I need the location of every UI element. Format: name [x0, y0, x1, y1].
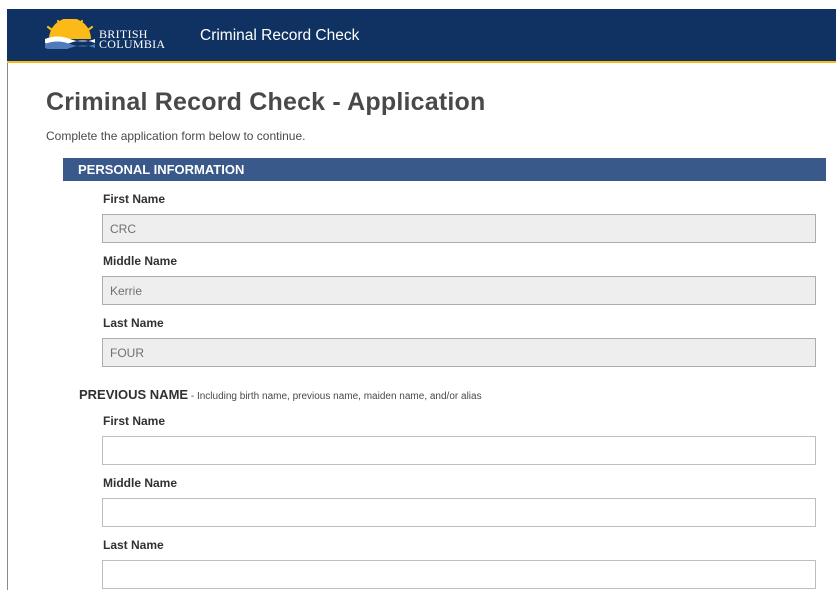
app-title[interactable]: Criminal Record Check [200, 26, 359, 46]
logo-text-line2: COLUMBIA [99, 37, 166, 51]
previous-middle-name-label: Middle Name [103, 476, 178, 490]
previous-first-name-label: First Name [103, 414, 166, 428]
previous-last-name-label: Last Name [103, 538, 164, 552]
previous-name-heading: PREVIOUS NAME - Including birth name, pr… [79, 387, 482, 402]
header-bar: BRITISH COLUMBIA Criminal Record Check [7, 9, 836, 63]
page-border [7, 62, 8, 590]
bc-gov-logo[interactable]: BRITISH COLUMBIA [43, 17, 177, 55]
page-title: Criminal Record Check - Application [46, 88, 486, 116]
middle-name-label: Middle Name [103, 254, 178, 268]
first-name-label: First Name [103, 192, 166, 206]
previous-middle-name-field[interactable] [102, 498, 816, 527]
last-name-field[interactable] [102, 338, 816, 367]
sunset-logo-icon [45, 19, 95, 49]
middle-name-field[interactable] [102, 276, 816, 305]
previous-name-note: - Including birth name, previous name, m… [188, 391, 482, 402]
previous-first-name-field[interactable] [102, 436, 816, 465]
first-name-field[interactable] [102, 214, 816, 243]
previous-last-name-field[interactable] [102, 560, 816, 589]
previous-name-title: PREVIOUS NAME [79, 387, 189, 402]
intro-text: Complete the application form below to c… [46, 129, 306, 143]
last-name-label: Last Name [103, 316, 164, 330]
personal-info-section-header: PERSONAL INFORMATION [63, 158, 826, 181]
